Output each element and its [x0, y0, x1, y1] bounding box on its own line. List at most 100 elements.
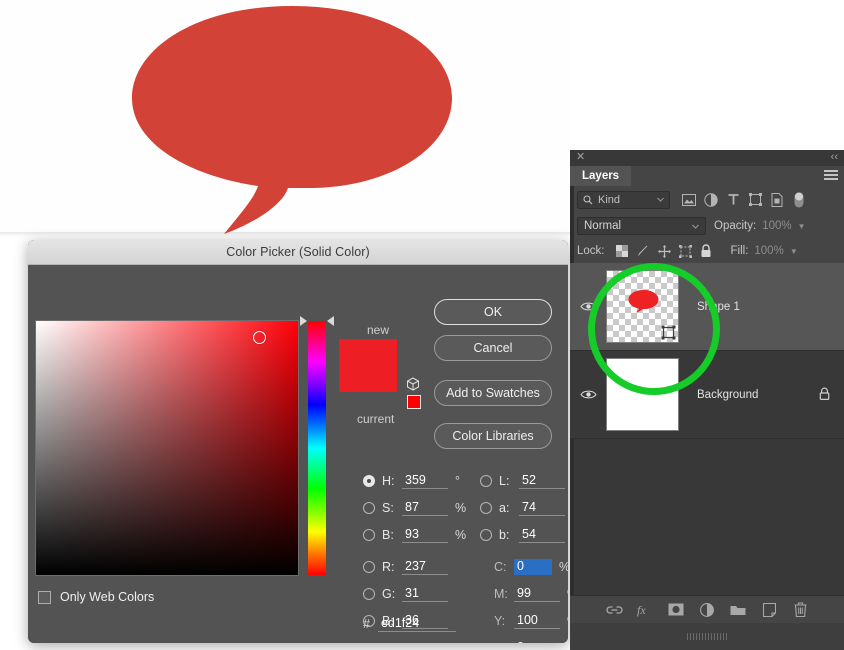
- field-row-black: K: 0 %: [494, 637, 568, 643]
- new-group-icon[interactable]: [729, 601, 747, 619]
- shape-layer-filter-icon[interactable]: [744, 190, 766, 210]
- input-lab-a[interactable]: 74: [519, 500, 565, 516]
- layer-name: Background: [697, 388, 759, 401]
- ok-button[interactable]: OK: [434, 299, 552, 325]
- radio-lab-l[interactable]: [480, 475, 492, 487]
- opacity-value[interactable]: 100%: [762, 220, 791, 232]
- radio-lab-b[interactable]: [480, 529, 492, 541]
- link-layers-icon[interactable]: [605, 601, 623, 619]
- current-color-label: current: [357, 412, 395, 426]
- hue-slider[interactable]: [308, 321, 326, 575]
- label-lab-b: b:: [499, 528, 510, 542]
- smart-object-filter-icon[interactable]: [766, 190, 788, 210]
- only-web-colors-checkbox[interactable]: [38, 590, 51, 604]
- table-row[interactable]: Shape 1: [570, 263, 844, 351]
- layer-visibility-eye-icon[interactable]: [570, 263, 606, 350]
- layer-visibility-eye-icon[interactable]: [570, 351, 606, 438]
- hue-slider-left-marker[interactable]: [300, 316, 307, 326]
- color-picker-body: new current OK Cancel Add to Swatches Co…: [28, 265, 568, 643]
- new-layer-icon[interactable]: [760, 601, 778, 619]
- add-to-swatches-button[interactable]: Add to Swatches: [434, 380, 552, 406]
- pixel-layer-filter-icon[interactable]: [678, 190, 700, 210]
- panel-menu-icon[interactable]: [824, 170, 838, 182]
- vector-mask-badge-icon: [661, 325, 676, 340]
- input-red[interactable]: 237: [402, 559, 448, 575]
- new-color-swatch[interactable]: [339, 339, 397, 392]
- layer-thumbnail[interactable]: [606, 270, 679, 343]
- new-adjustment-layer-icon[interactable]: [698, 601, 716, 619]
- label-black: K:: [494, 641, 514, 643]
- input-saturation[interactable]: 87: [402, 500, 448, 516]
- field-row-magenta: M: 99 %: [494, 583, 568, 605]
- radio-saturation[interactable]: [363, 502, 375, 514]
- radio-lab-a[interactable]: [480, 502, 492, 514]
- layers-panel: ✕ ‹‹ Layers Kind Normal Opacity: 100% ▼ …: [570, 150, 844, 650]
- web-safe-cube-icon[interactable]: [406, 377, 420, 391]
- lock-all-icon[interactable]: [696, 242, 717, 260]
- add-layer-mask-icon[interactable]: [667, 601, 685, 619]
- delete-layer-icon[interactable]: [791, 601, 809, 619]
- lock-artboard-nesting-icon[interactable]: [675, 242, 696, 260]
- filter-kind-label: Kind: [598, 193, 621, 206]
- label-brightness: B:: [382, 528, 394, 542]
- color-picker-titlebar[interactable]: Color Picker (Solid Color): [28, 240, 568, 265]
- filter-kind-select[interactable]: Kind: [577, 190, 670, 209]
- hue-slider-right-marker[interactable]: [327, 316, 334, 326]
- input-lab-l[interactable]: 52: [519, 473, 565, 489]
- field-row-lab-l: L: 52: [480, 470, 565, 492]
- input-magenta[interactable]: 99: [514, 586, 560, 602]
- cancel-button[interactable]: Cancel: [434, 335, 552, 361]
- color-libraries-button[interactable]: Color Libraries: [434, 423, 552, 449]
- web-safe-color-swatch[interactable]: [407, 395, 421, 409]
- layer-thumbnail[interactable]: [606, 358, 679, 431]
- type-layer-filter-icon[interactable]: [722, 190, 744, 210]
- input-green[interactable]: 31: [402, 586, 448, 602]
- blend-mode-row: Normal Opacity: 100% ▼: [570, 213, 844, 239]
- radio-brightness[interactable]: [363, 529, 375, 541]
- search-icon: [583, 194, 593, 204]
- input-lab-b[interactable]: 54: [519, 527, 565, 543]
- input-cyan[interactable]: 0: [514, 559, 552, 575]
- close-icon[interactable]: ✕: [576, 152, 585, 163]
- input-yellow[interactable]: 100: [514, 613, 560, 629]
- double-chevron-left-icon[interactable]: ‹‹: [831, 151, 838, 163]
- field-row-lab-a: a: 74: [480, 497, 565, 519]
- field-row-hue: H: 359 °: [363, 470, 460, 492]
- fill-chevron-down-icon[interactable]: ▼: [790, 247, 798, 256]
- input-hue[interactable]: 359: [402, 473, 448, 489]
- label-red: R:: [382, 560, 395, 574]
- table-row[interactable]: Background: [570, 351, 844, 439]
- panel-resize-grip[interactable]: [687, 633, 727, 640]
- hex-input[interactable]: ed1f24: [377, 616, 456, 632]
- tab-layers[interactable]: Layers: [570, 166, 632, 186]
- input-black[interactable]: 0: [514, 640, 560, 643]
- lock-position-icon[interactable]: [654, 242, 675, 260]
- input-brightness[interactable]: 93: [402, 527, 448, 543]
- saturation-brightness-field[interactable]: [36, 321, 298, 575]
- only-web-colors-checkbox-row[interactable]: Only Web Colors: [38, 590, 154, 604]
- adjustment-layer-filter-icon[interactable]: [700, 190, 722, 210]
- radio-hue[interactable]: [363, 475, 375, 487]
- only-web-colors-label: Only Web Colors: [60, 590, 155, 604]
- unit-yellow: %: [567, 614, 568, 628]
- layer-style-fx-icon[interactable]: fx: [636, 601, 654, 619]
- field-row-cyan: C: 0 %: [494, 556, 568, 578]
- opacity-chevron-down-icon[interactable]: ▼: [798, 222, 806, 231]
- unit-brightness: %: [455, 528, 467, 542]
- panel-resize-grip-bar[interactable]: [570, 623, 844, 650]
- lock-image-pixels-icon[interactable]: [633, 242, 654, 260]
- chevron-down-icon: [657, 197, 664, 202]
- lock-transparent-pixels-icon[interactable]: [612, 242, 633, 260]
- blend-mode-select[interactable]: Normal: [577, 217, 706, 235]
- fill-value[interactable]: 100%: [754, 245, 783, 257]
- radio-green[interactable]: [363, 588, 375, 600]
- filter-toggle-icon[interactable]: [788, 190, 810, 210]
- thumbnail-speech-bubble: [628, 290, 659, 313]
- hex-hash-symbol: #: [363, 617, 370, 631]
- fill-label: Fill:: [730, 245, 749, 257]
- field-row-saturation: S: 87 %: [363, 497, 466, 519]
- layer-list: Shape 1 Background: [570, 263, 844, 439]
- unit-magenta: %: [567, 587, 568, 601]
- radio-red[interactable]: [363, 561, 375, 573]
- layers-bottom-toolbar: fx: [570, 595, 844, 623]
